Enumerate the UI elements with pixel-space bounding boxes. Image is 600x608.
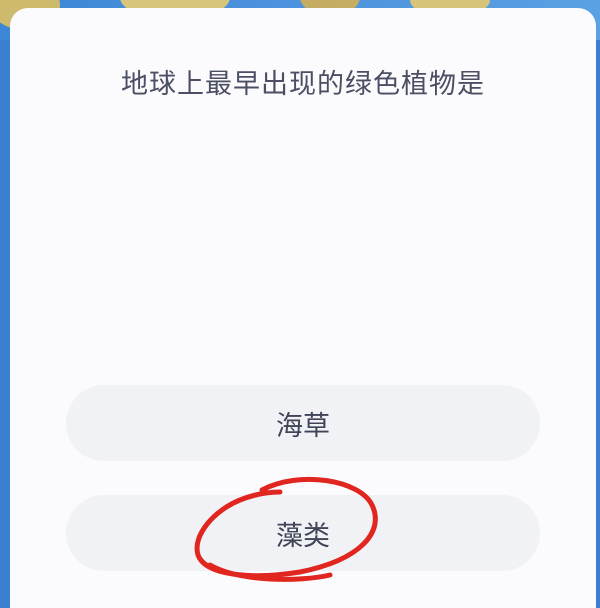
quiz-card: 地球上最早出现的绿色植物是 海草 藻类 (10, 8, 596, 608)
answer-option-label: 藻类 (276, 520, 330, 552)
answer-option-1[interactable]: 海草 (66, 385, 540, 461)
answer-option-2[interactable]: 藻类 (66, 495, 540, 571)
question-text: 地球上最早出现的绿色植物是 (121, 69, 485, 100)
answer-option-label: 海草 (276, 410, 330, 442)
